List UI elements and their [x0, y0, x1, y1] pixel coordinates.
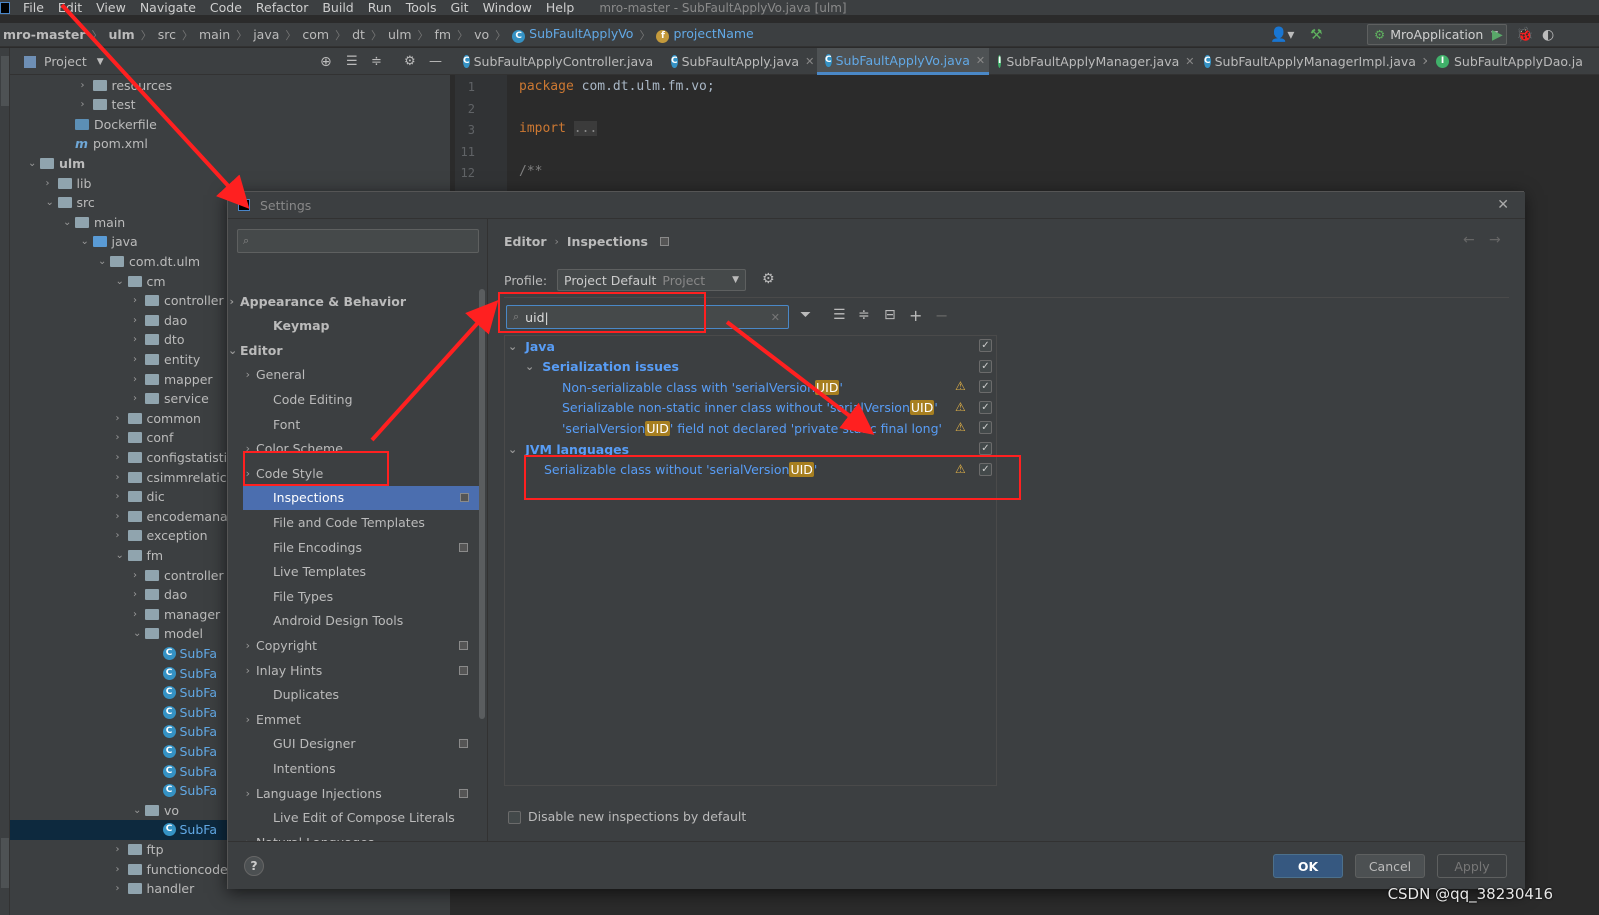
watermark: CSDN @qq_38230416: [1387, 885, 1553, 903]
annotation-arrow: [725, 320, 875, 435]
annotation-arrows: [60, 3, 875, 442]
annotation-arrow: [60, 3, 250, 209]
annotation-arrow: [370, 300, 499, 442]
